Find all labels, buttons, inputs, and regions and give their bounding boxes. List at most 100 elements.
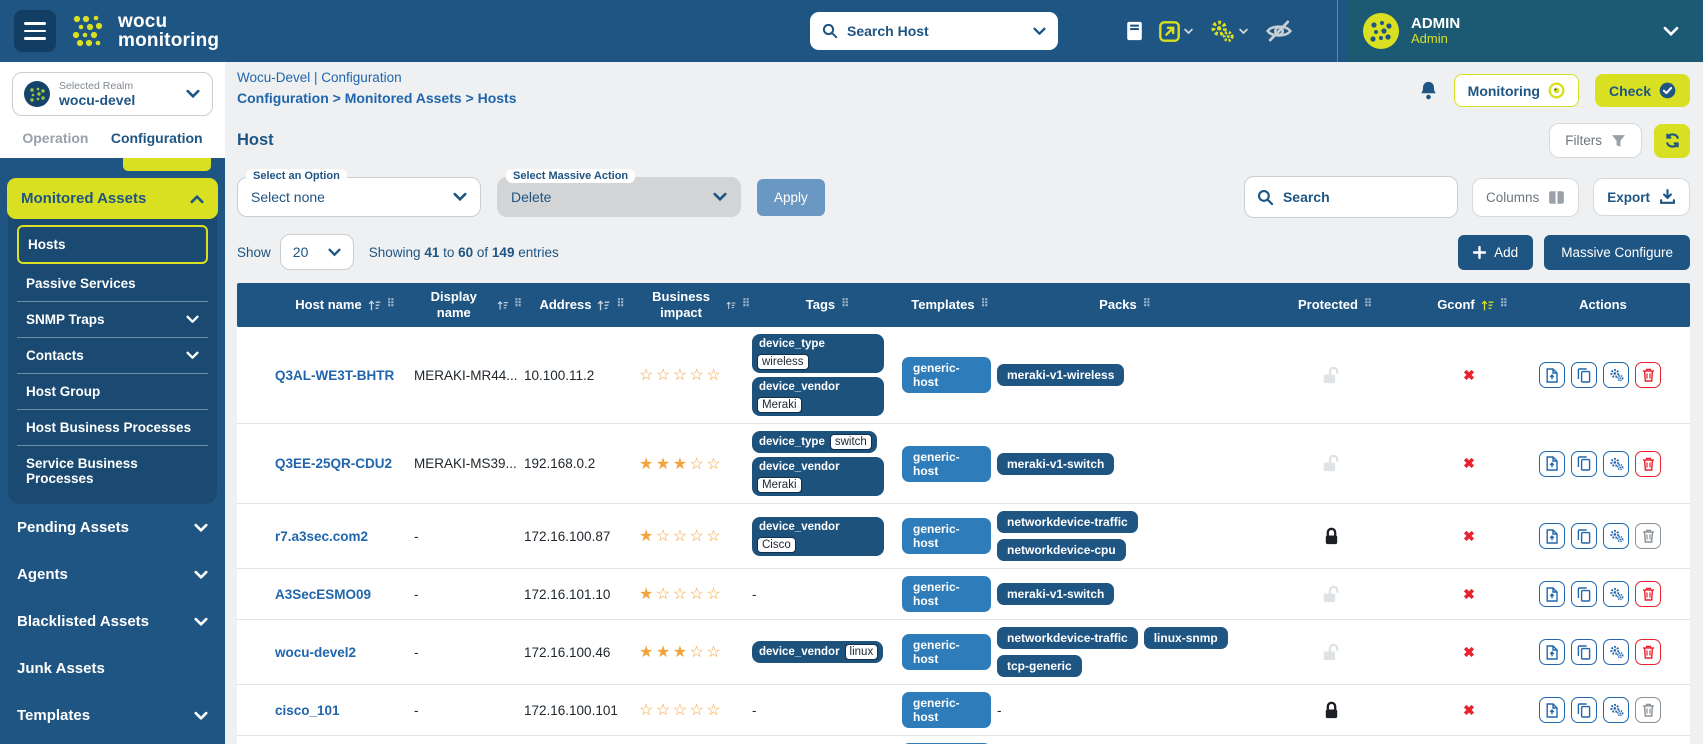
host-name-link[interactable]: r7.a3sec.com2	[275, 529, 368, 544]
sort-icon[interactable]	[597, 300, 610, 311]
clone-host-button[interactable]	[1571, 581, 1597, 607]
table-row: r7.a3sec.com2 - 172.16.100.87 ★☆☆☆☆ devi…	[237, 504, 1690, 569]
clone-host-button[interactable]	[1571, 523, 1597, 549]
host-name-link[interactable]: A3SecESMO09	[275, 587, 371, 602]
sidebar-item-host-business-processes[interactable]: Host Business Processes	[17, 410, 208, 446]
drag-handle-icon[interactable]: ⠿	[1364, 298, 1371, 312]
menu-button[interactable]	[14, 10, 56, 52]
clone-host-button[interactable]	[1571, 362, 1597, 388]
sort-icon[interactable]	[1481, 300, 1494, 311]
page-size-select[interactable]: 20	[280, 234, 354, 270]
export-host-button[interactable]	[1539, 451, 1565, 477]
chevron-down-icon	[194, 711, 208, 721]
table-search[interactable]	[1244, 176, 1458, 218]
columns-button[interactable]: Columns	[1472, 178, 1579, 217]
configure-host-button[interactable]	[1603, 697, 1629, 723]
drag-handle-icon[interactable]: ⠿	[514, 298, 521, 312]
table-search-input[interactable]	[1283, 189, 1413, 205]
external-link-menu[interactable]	[1159, 21, 1193, 42]
business-impact-stars: ★☆☆☆☆	[639, 586, 723, 603]
drag-handle-icon[interactable]: ⠿	[616, 298, 623, 312]
add-host-button[interactable]: Add	[1458, 235, 1533, 270]
protected-cell	[1252, 643, 1417, 662]
sidebar-group-agents[interactable]: Agents	[7, 551, 218, 598]
sort-icon[interactable]	[368, 300, 381, 311]
tab-configuration[interactable]: Configuration	[111, 130, 203, 146]
export-host-button[interactable]	[1539, 362, 1565, 388]
configure-host-button[interactable]	[1603, 451, 1629, 477]
drag-handle-icon[interactable]: ⠿	[981, 298, 988, 312]
export-host-button[interactable]	[1539, 581, 1565, 607]
pack-pill: networkdevice-traffic	[997, 627, 1138, 649]
drag-handle-icon[interactable]: ⠿	[742, 298, 749, 312]
filters-button[interactable]: Filters	[1549, 123, 1642, 158]
column-header-gconf[interactable]: Gconf ⠿	[1417, 297, 1527, 313]
monitoring-button[interactable]: Monitoring	[1454, 74, 1579, 107]
sidebar-group-pending-assets[interactable]: Pending Assets	[7, 504, 218, 551]
host-name-link[interactable]: wocu-devel2	[275, 645, 356, 660]
clone-host-button[interactable]	[1571, 697, 1597, 723]
drag-handle-icon[interactable]: ⠿	[841, 298, 848, 312]
hide-view-button[interactable]	[1264, 18, 1294, 44]
clone-icon	[1577, 703, 1591, 718]
refresh-button[interactable]	[1654, 124, 1690, 158]
user-menu[interactable]: ADMIN Admin	[1348, 0, 1703, 62]
showing-entries-text: Showing 41 to 60 of 149 entries	[369, 245, 559, 260]
sidebar-group-blacklisted-assets[interactable]: Blacklisted Assets	[7, 598, 218, 645]
column-header-address[interactable]: Address ⠿	[524, 297, 639, 313]
host-name-link[interactable]: cisco_101	[275, 703, 340, 718]
configure-host-button[interactable]	[1603, 523, 1629, 549]
drag-handle-icon[interactable]: ⠿	[387, 298, 394, 312]
host-name-link[interactable]: Q3EE-25QR-CDU2	[275, 456, 392, 471]
realm-selector[interactable]: Selected Realm wocu-devel	[12, 72, 213, 116]
protected-cell	[1252, 585, 1417, 604]
drag-handle-icon[interactable]: ⠿	[1500, 298, 1507, 312]
sidebar-item-label: Service Business Processes	[26, 456, 199, 486]
clone-host-button[interactable]	[1571, 451, 1597, 477]
host-name-link[interactable]: Q3AL-WE3T-BHTR	[275, 368, 394, 383]
massive-configure-button[interactable]: Massive Configure	[1544, 235, 1690, 270]
column-header-business-impact[interactable]: Business impact ⠿	[639, 289, 752, 322]
clone-icon	[1577, 645, 1591, 660]
option-select[interactable]: Select an Option Select none	[237, 177, 481, 217]
clone-host-button[interactable]	[1571, 639, 1597, 665]
delete-host-button[interactable]	[1635, 362, 1661, 388]
sort-icon[interactable]	[726, 300, 736, 311]
check-button[interactable]: Check	[1595, 74, 1690, 107]
column-header-display-name[interactable]: Display name ⠿	[414, 289, 524, 322]
delete-host-button[interactable]	[1635, 451, 1661, 477]
notifications-button[interactable]	[1419, 80, 1438, 101]
export-button[interactable]: Export	[1593, 178, 1690, 216]
sidebar-item-snmp-traps[interactable]: SNMP Traps	[17, 302, 208, 338]
sidebar-item-contacts[interactable]: Contacts	[17, 338, 208, 374]
delete-host-button[interactable]	[1635, 697, 1661, 723]
configure-host-button[interactable]	[1603, 362, 1629, 388]
protected-cell	[1252, 366, 1417, 385]
delete-host-button[interactable]	[1635, 581, 1661, 607]
massive-action-select[interactable]: Select Massive Action Delete	[497, 177, 741, 217]
sidebar-item-host-group[interactable]: Host Group	[17, 374, 208, 410]
refresh-icon	[1664, 132, 1681, 149]
export-host-button[interactable]	[1539, 639, 1565, 665]
configure-host-button[interactable]	[1603, 581, 1629, 607]
drag-handle-icon[interactable]: ⠿	[1143, 298, 1150, 312]
docs-button[interactable]	[1126, 21, 1143, 41]
sidebar-item-hosts[interactable]: Hosts	[17, 225, 208, 264]
host-search-dropdown[interactable]: Search Host	[810, 12, 1058, 50]
column-header-host-name[interactable]: Host name ⠿	[275, 297, 414, 313]
sidebar-group-junk-assets[interactable]: Junk Assets	[7, 645, 218, 692]
sidebar-item-label: SNMP Traps	[26, 312, 105, 327]
delete-host-button[interactable]	[1635, 523, 1661, 549]
sort-icon[interactable]	[497, 300, 508, 311]
delete-host-button[interactable]	[1635, 639, 1661, 665]
settings-menu[interactable]	[1209, 19, 1248, 43]
sidebar-item-service-business-processes[interactable]: Service Business Processes	[17, 446, 208, 496]
tab-operation[interactable]: Operation	[22, 130, 88, 146]
export-host-button[interactable]	[1539, 697, 1565, 723]
sidebar-item-passive-services[interactable]: Passive Services	[17, 266, 208, 302]
sidebar-group-monitored-assets[interactable]: Monitored Assets	[7, 178, 218, 219]
sidebar-group-templates[interactable]: Templates	[7, 692, 218, 739]
export-host-button[interactable]	[1539, 523, 1565, 549]
configure-host-button[interactable]	[1603, 639, 1629, 665]
apply-button[interactable]: Apply	[757, 179, 825, 216]
